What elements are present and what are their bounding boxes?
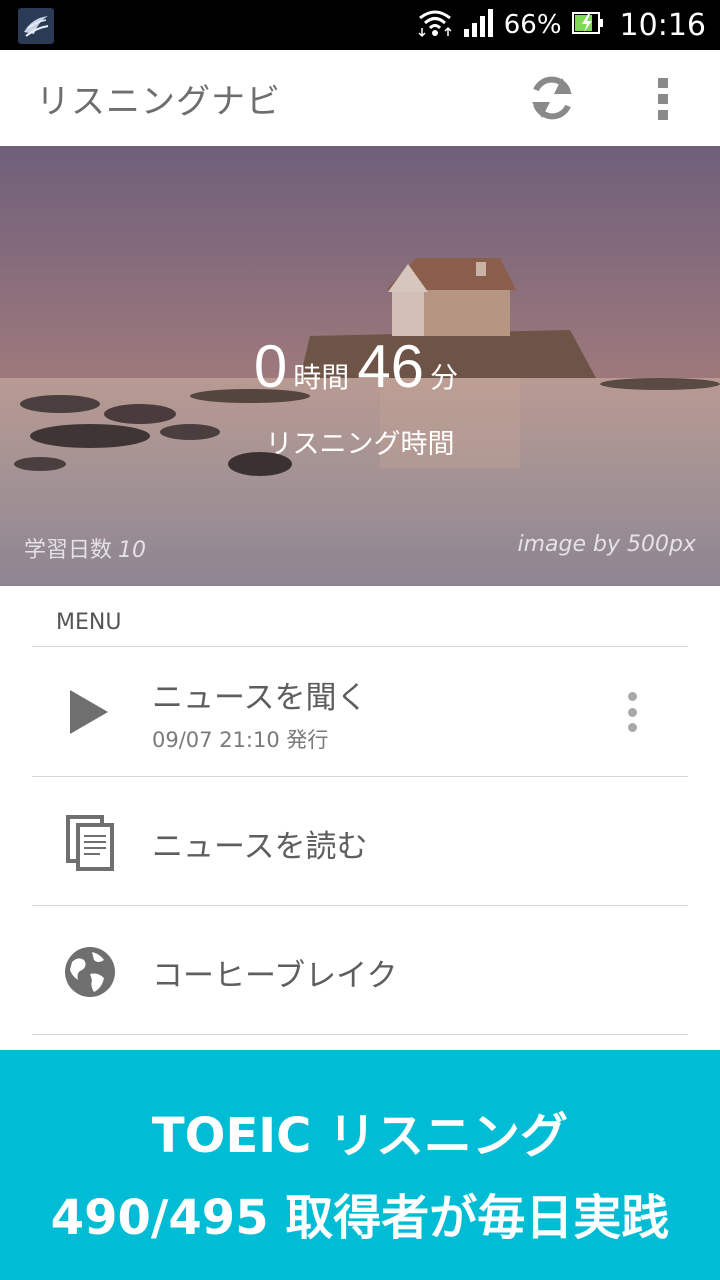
wifi-icon [418,8,452,42]
refresh-icon[interactable] [522,70,582,126]
overflow-menu-icon[interactable] [646,72,680,126]
menu-item-title: コーヒーブレイク [152,958,398,994]
minutes-value: 46 [357,333,425,400]
menu-item-title: ニュースを読む [152,829,368,865]
divider [32,1034,688,1035]
clock: 10:16 [619,7,706,43]
image-credit: image by 500px [517,532,696,557]
menu-item-title: ニュースを聞く [152,680,368,716]
menu-item-coffee-break[interactable]: コーヒーブレイク [32,906,688,1034]
app-bar: リスニングナビ [0,50,720,146]
globe-icon [60,942,120,1002]
app-notification-icon [18,8,54,44]
promo-line-1: TOEIC リスニング [151,1108,569,1164]
menu-item-listen-news[interactable]: ニュースを聞く 09/07 21:10 発行 [32,648,688,776]
study-days: 学習日数 10 [24,532,146,564]
promo-line-2: 490/495 取得者が毎日実践 [50,1190,670,1246]
promo-banner[interactable]: TOEIC リスニング 490/495 取得者が毎日実践 [0,1050,720,1280]
listening-time: 0 時間 46 分 [0,332,720,401]
more-options-icon[interactable] [624,692,640,732]
hours-unit: 時間 [293,361,350,394]
signal-icon [462,9,494,41]
menu-item-subtitle: 09/07 21:10 発行 [152,728,329,752]
app-title: リスニングナビ [36,82,281,122]
menu-header: MENU [56,610,122,635]
documents-icon [60,813,120,873]
listening-time-label: リスニング時間 [265,429,455,460]
hero-banner: 0 時間 46 分 リスニング時間 学習日数 10 image by 500px [0,146,720,586]
battery-percent: 66% [503,10,562,40]
status-bar: 66% 10:16 [0,0,720,50]
menu-item-read-news[interactable]: ニュースを読む [32,777,688,905]
study-days-value: 10 [118,538,147,563]
play-icon [60,682,120,742]
hours-value: 0 [253,333,288,400]
minutes-unit: 分 [430,361,459,394]
study-days-label: 学習日数 [24,538,113,563]
divider [32,646,688,647]
battery-charging-icon [571,10,604,40]
